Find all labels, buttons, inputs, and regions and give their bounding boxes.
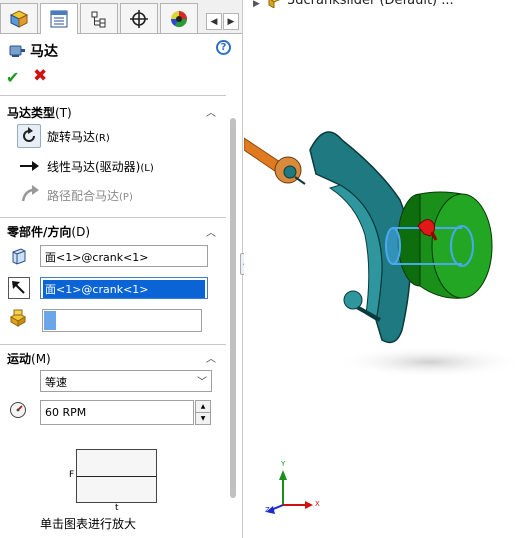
motor-icon bbox=[7, 40, 27, 60]
spin-down-icon[interactable]: ▼ bbox=[196, 413, 210, 424]
reverse-direction-button[interactable] bbox=[8, 277, 30, 299]
divider bbox=[0, 344, 226, 345]
collapse-motor-type-icon[interactable]: ︿ bbox=[206, 104, 216, 119]
component-move-icon bbox=[8, 308, 28, 328]
cylinder-face bbox=[431, 193, 493, 299]
motion-header[interactable]: 运动(M) bbox=[7, 350, 51, 367]
rotary-motor-option[interactable]: 旋转马达(R) bbox=[47, 128, 110, 145]
graph-caption: 单击图表进行放大 bbox=[40, 517, 137, 531]
diagonal-arrow-icon bbox=[12, 281, 25, 294]
motor-direction-field[interactable]: 面<1>@crank<1> bbox=[40, 277, 208, 299]
motor-type-header[interactable]: 马达类型(T) bbox=[7, 104, 72, 121]
ground-shadow bbox=[335, 346, 525, 378]
component-direction-header[interactable]: 零部件/方向(D) bbox=[7, 223, 90, 240]
tab-display-manager[interactable] bbox=[160, 3, 198, 33]
tab-scroll-left[interactable]: ◀ bbox=[206, 13, 222, 30]
property-manager-icon bbox=[50, 10, 68, 28]
divider bbox=[0, 217, 226, 218]
manager-tab-strip: ◀ ▶ bbox=[0, 0, 242, 34]
constant-speed-line bbox=[77, 476, 156, 477]
speed-spinner[interactable]: ▲ ▼ bbox=[195, 400, 211, 425]
appearance-ball-icon bbox=[170, 10, 188, 27]
selection-indicator bbox=[44, 311, 56, 330]
tab-dimxpert-manager[interactable] bbox=[120, 3, 158, 33]
graph-x-label: t bbox=[115, 503, 119, 513]
divider bbox=[0, 95, 226, 96]
linear-motor-option[interactable]: 线性马达(驱动器)(L) bbox=[47, 158, 154, 175]
linear-arrow-icon[interactable] bbox=[19, 156, 39, 176]
panel-scrollbar[interactable] bbox=[230, 118, 236, 498]
graph-y-label: F bbox=[69, 470, 75, 480]
motor-location-field[interactable]: 面<1>@crank<1> bbox=[40, 245, 208, 267]
tab-feature-manager[interactable] bbox=[0, 3, 38, 33]
page-title: 马达 bbox=[30, 44, 58, 60]
triad-z-label: Z bbox=[265, 506, 270, 514]
tab-configuration-manager[interactable] bbox=[80, 3, 118, 33]
rotary-motor-toggle[interactable] bbox=[17, 124, 41, 148]
collapse-component-direction-icon[interactable]: ︿ bbox=[206, 224, 216, 239]
speed-gauge-icon bbox=[8, 400, 28, 420]
path-motor-icon bbox=[20, 184, 40, 204]
spin-up-icon[interactable]: ▲ bbox=[196, 401, 210, 413]
triad-y-label: Y bbox=[281, 460, 286, 468]
tab-scroll-right[interactable]: ▶ bbox=[223, 13, 239, 30]
property-manager-panel: ◀ ▶ 马达 ? ✔ ✖ 马达类型(T) ︿ 旋转马达(R) 线性马达(驱动器)… bbox=[0, 0, 243, 538]
model-graphics bbox=[244, 131, 525, 514]
cancel-button[interactable]: ✖ bbox=[33, 66, 47, 86]
ok-button[interactable]: ✔ bbox=[6, 68, 19, 87]
configuration-manager-icon bbox=[91, 11, 106, 27]
chevron-down-icon: ﹀ bbox=[197, 377, 207, 388]
motor-location-icon bbox=[9, 246, 29, 266]
path-mate-motor-option: 路径配合马达(P) bbox=[47, 189, 133, 203]
feature-manager-icon bbox=[9, 9, 29, 28]
motion-type-select[interactable]: 等速 ﹀ bbox=[40, 370, 212, 392]
collapse-motion-icon[interactable]: ︿ bbox=[206, 350, 216, 365]
tab-property-manager[interactable] bbox=[40, 3, 78, 34]
rotate-arrow-icon bbox=[23, 127, 35, 142]
motion-profile-graph[interactable] bbox=[76, 449, 157, 503]
component-to-move-field[interactable] bbox=[42, 309, 202, 332]
speed-input[interactable]: 60 RPM bbox=[40, 400, 194, 425]
crosshair-icon bbox=[130, 9, 148, 28]
triad-x-label: X bbox=[315, 500, 320, 508]
help-button[interactable]: ? bbox=[216, 40, 231, 55]
